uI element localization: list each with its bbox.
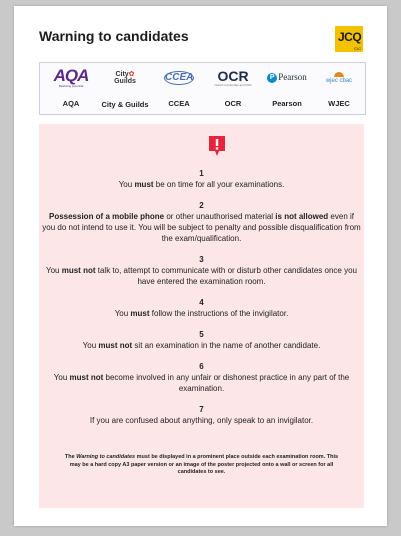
board-name: Pearson: [272, 99, 302, 108]
warning-exclamation-icon: [209, 136, 225, 156]
board-name: AQA: [62, 99, 80, 108]
rule-2: 2 Possession of a mobile phone or other …: [42, 201, 361, 243]
rules-list: 1 You must be on time for all your exami…: [42, 168, 361, 436]
rule-7: 7 If you are confused about anything, on…: [89, 405, 314, 425]
board-name: OCR: [224, 99, 242, 108]
board-ccea: CCEA CCEA: [152, 63, 206, 114]
board-city-guilds: City✿ Guilds City & Guilds: [98, 63, 152, 114]
poster-header: Warning to candidates JCQ CIC: [39, 26, 363, 56]
board-name: City & Guilds: [101, 100, 149, 109]
rule-3: 3 You must not talk to, attempt to commu…: [46, 255, 357, 286]
ocr-logo: OCR Oxford Cambridge and RSA: [214, 68, 252, 87]
board-name: WJEC: [328, 99, 350, 108]
rule-6: 6 You must not become involved in any un…: [53, 362, 350, 393]
jcq-logo: JCQ CIC: [335, 26, 363, 52]
wjec-logo: wjec cbac: [312, 68, 366, 92]
warning-panel: 1 You must be on time for all your exami…: [39, 124, 364, 508]
pearson-logo: P Pearson: [260, 68, 314, 92]
page-title: Warning to candidates: [39, 28, 189, 44]
poster-page: Warning to candidates JCQ CIC AQA Realis…: [14, 6, 387, 526]
display-footnote: The Warning to candidates must be displa…: [64, 454, 339, 475]
board-ocr: OCR Oxford Cambridge and RSA OCR: [206, 63, 260, 114]
board-aqa: AQA Realising potential AQA: [44, 63, 98, 114]
board-pearson: P Pearson Pearson: [260, 63, 314, 114]
awarding-bodies-strip: AQA Realising potential AQA City✿ Guilds …: [39, 62, 366, 115]
rule-5: 5 You must not sit an examination in the…: [82, 330, 321, 350]
rule-4: 4 You must follow the instructions of th…: [114, 298, 289, 318]
board-name: CCEA: [168, 99, 190, 108]
ccea-logo: CCEA: [164, 71, 194, 85]
aqa-logo: AQA Realising potential: [53, 66, 90, 88]
city-guilds-logo: City✿ Guilds: [114, 71, 136, 85]
board-wjec: wjec cbac WJEC: [312, 63, 366, 114]
rule-1: 1 You must be on time for all your exami…: [118, 169, 285, 189]
